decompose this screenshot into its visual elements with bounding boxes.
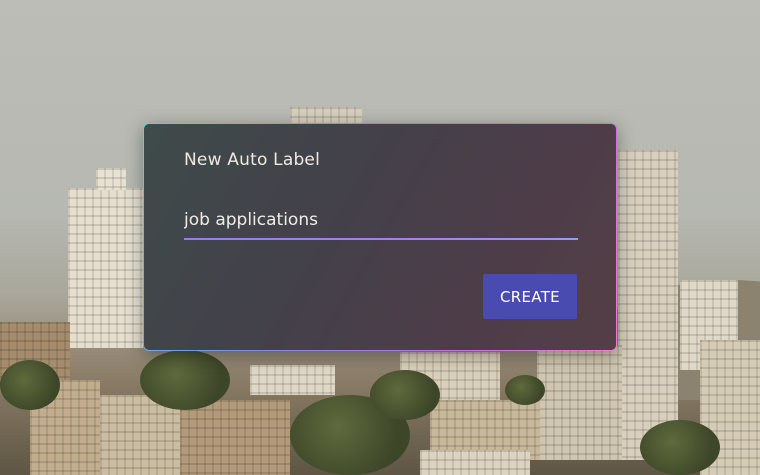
background-building — [96, 168, 126, 190]
new-auto-label-dialog: New Auto Label CREATE — [143, 123, 617, 351]
background-building — [180, 400, 290, 475]
background-building — [420, 450, 530, 475]
background-building — [250, 365, 335, 395]
background-tree — [370, 370, 440, 420]
create-button[interactable]: CREATE — [483, 274, 577, 319]
background-building — [68, 188, 143, 348]
background-tree — [640, 420, 720, 475]
label-name-field[interactable] — [184, 202, 578, 242]
background-tree — [140, 350, 230, 410]
background-building — [537, 345, 622, 460]
background-tree — [505, 375, 545, 405]
dialog-title: New Auto Label — [184, 150, 321, 170]
input-underline — [184, 238, 578, 240]
label-name-input[interactable] — [184, 202, 578, 238]
background-tree — [0, 360, 60, 410]
dialog-panel: New Auto Label CREATE — [144, 124, 616, 350]
background-building — [618, 150, 678, 460]
